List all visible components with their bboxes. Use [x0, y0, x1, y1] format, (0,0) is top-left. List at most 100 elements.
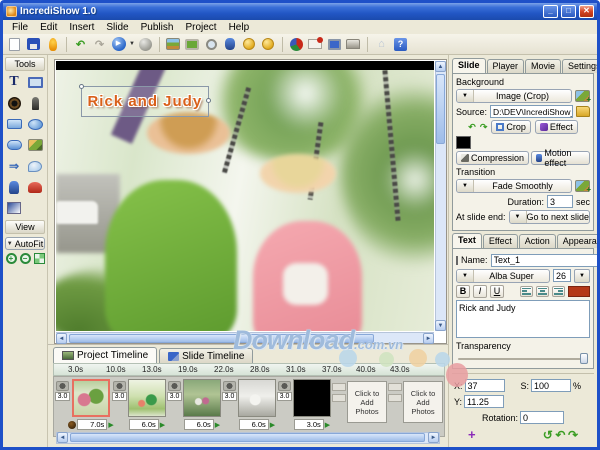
- align-right-icon[interactable]: [552, 286, 565, 297]
- browse-folder-icon[interactable]: [576, 106, 590, 117]
- play-dropdown-icon[interactable]: ▼: [129, 41, 135, 47]
- duration-value[interactable]: 6.0s: [129, 419, 159, 430]
- background-type-dropdown[interactable]: ▼ Image (Crop): [456, 89, 572, 103]
- title-bar[interactable]: IncrediShow 1.0 _ □ ✕: [3, 3, 597, 20]
- scroll-left-icon[interactable]: ◄: [57, 432, 68, 443]
- tab-appearances[interactable]: Appearances: [557, 234, 600, 248]
- canvas-vertical-scrollbar[interactable]: ▲ ▼: [435, 61, 446, 331]
- arrow-tool-icon[interactable]: ⇒: [5, 158, 23, 174]
- autofit-button[interactable]: ▼ AutoFit: [5, 237, 45, 250]
- source-path-field[interactable]: D:\DEV\IncrediShow_1\Doc\Im: [490, 105, 573, 118]
- add-photos-cell[interactable]: Click to Add Photos: [403, 379, 443, 434]
- rotate-cw-icon[interactable]: ↷: [568, 428, 578, 442]
- align-left-icon[interactable]: [520, 286, 533, 297]
- y-input[interactable]: [464, 395, 504, 408]
- scroll-thumb[interactable]: [69, 334, 374, 343]
- align-center-icon[interactable]: [536, 286, 549, 297]
- effect-button[interactable]: Effect: [535, 120, 578, 134]
- image-tool-icon[interactable]: [26, 137, 44, 153]
- text-content-input[interactable]: Rick and Judy: [456, 300, 590, 338]
- scale-input[interactable]: [531, 379, 571, 392]
- tab-action[interactable]: Action: [519, 234, 556, 248]
- tab-player[interactable]: Player: [487, 59, 525, 73]
- duration-value[interactable]: 7.0s: [77, 419, 107, 430]
- underline-button[interactable]: U: [490, 285, 504, 298]
- tab-effect[interactable]: Effect: [483, 234, 518, 248]
- text-color-swatch[interactable]: [568, 286, 590, 297]
- tab-text[interactable]: Text: [452, 233, 482, 248]
- zoom-in-icon[interactable]: +: [6, 253, 17, 264]
- tab-slide-timeline[interactable]: Slide Timeline: [159, 348, 253, 363]
- zoom-out-icon[interactable]: −: [20, 253, 31, 264]
- print-icon[interactable]: [345, 36, 362, 52]
- ellipse-tool-icon[interactable]: [26, 116, 44, 132]
- scroll-up-icon[interactable]: ▲: [435, 61, 446, 72]
- screen-icon[interactable]: [326, 36, 343, 52]
- background-color-swatch[interactable]: [456, 136, 471, 149]
- slide-thumbnail[interactable]: [72, 379, 110, 417]
- tab-settings[interactable]: Settings: [562, 59, 600, 73]
- duration-play-icon[interactable]: ▶: [215, 421, 220, 429]
- slide-thumbnail[interactable]: [293, 379, 331, 417]
- scroll-down-icon[interactable]: ▼: [435, 320, 446, 331]
- duration-play-icon[interactable]: ▶: [270, 421, 275, 429]
- timeline-slide[interactable]: 6.0s ▶: [238, 379, 276, 434]
- help-icon[interactable]: ?: [392, 36, 409, 52]
- name-input[interactable]: [491, 254, 600, 267]
- menu-slide[interactable]: Slide: [100, 22, 134, 33]
- rectangle-tool-icon[interactable]: [5, 116, 23, 132]
- animation-tool-icon[interactable]: [5, 179, 23, 195]
- add-photos-button[interactable]: Click to Add Photos: [403, 381, 443, 423]
- transition-preview-icon[interactable]: [575, 180, 590, 192]
- crop-button[interactable]: Crop: [491, 120, 531, 134]
- slide-end-dropdown[interactable]: ▼ Go to next slide: [509, 210, 590, 224]
- redo-icon[interactable]: ↷: [91, 36, 108, 52]
- tab-movie[interactable]: Movie: [525, 59, 561, 73]
- undo-icon[interactable]: ↶: [72, 36, 89, 52]
- stamp-tool-icon[interactable]: [26, 179, 44, 195]
- timeline-slide[interactable]: 6.0s ▶: [128, 379, 166, 434]
- close-button[interactable]: ✕: [579, 5, 594, 18]
- scroll-thumb[interactable]: [70, 433, 425, 442]
- fit-screen-icon[interactable]: [34, 253, 45, 264]
- italic-button[interactable]: I: [473, 285, 487, 298]
- add-photos-button[interactable]: Click to Add Photos: [347, 381, 387, 423]
- roundrect-tool-icon[interactable]: [5, 137, 23, 153]
- duration-value[interactable]: 3.0s: [294, 419, 324, 430]
- rotate-left-icon[interactable]: ↶: [468, 122, 476, 133]
- preview-icon[interactable]: [203, 36, 220, 52]
- duration-value[interactable]: 6.0s: [184, 419, 214, 430]
- rotate-reset-icon[interactable]: ↺: [543, 428, 553, 442]
- duration-play-icon[interactable]: ▶: [160, 421, 165, 429]
- add-photo-icon[interactable]: [165, 36, 182, 52]
- slide-thumbnail[interactable]: [183, 379, 221, 417]
- duration-play-icon[interactable]: ▶: [325, 421, 330, 429]
- menu-insert[interactable]: Insert: [63, 22, 100, 33]
- motion-effect-button[interactable]: Motion effect: [531, 151, 590, 165]
- transition-cell[interactable]: 3.0: [167, 379, 182, 434]
- menu-file[interactable]: File: [6, 22, 34, 33]
- menu-project[interactable]: Project: [179, 22, 222, 33]
- canvas-horizontal-scrollbar[interactable]: ◄ ►: [56, 332, 434, 343]
- transition-cell[interactable]: 3.0: [222, 379, 237, 434]
- stop-icon[interactable]: [137, 36, 154, 52]
- scroll-left-icon[interactable]: ◄: [56, 333, 67, 344]
- coin2-icon[interactable]: [260, 36, 277, 52]
- maximize-button[interactable]: □: [561, 5, 576, 18]
- font-size-input[interactable]: [553, 269, 571, 282]
- publish-icon[interactable]: [44, 36, 61, 52]
- coin-icon[interactable]: [241, 36, 258, 52]
- timeline-scrollbar[interactable]: ◄ ►: [56, 432, 440, 444]
- selection-handle[interactable]: [79, 84, 84, 89]
- frame-tool-icon[interactable]: [26, 74, 44, 90]
- font-size-dropdown-icon[interactable]: ▼: [574, 269, 590, 283]
- new-project-icon[interactable]: [6, 36, 23, 52]
- timeline-slide[interactable]: 6.0s ▶: [183, 379, 221, 434]
- scroll-right-icon[interactable]: ►: [428, 432, 439, 443]
- font-dropdown[interactable]: ▼ Alba Super: [456, 269, 550, 283]
- transparency-slider[interactable]: [458, 353, 588, 364]
- menu-help[interactable]: Help: [223, 22, 256, 33]
- text-tool-icon[interactable]: T: [5, 74, 23, 90]
- tab-slide[interactable]: Slide: [452, 58, 486, 73]
- menu-publish[interactable]: Publish: [135, 22, 180, 33]
